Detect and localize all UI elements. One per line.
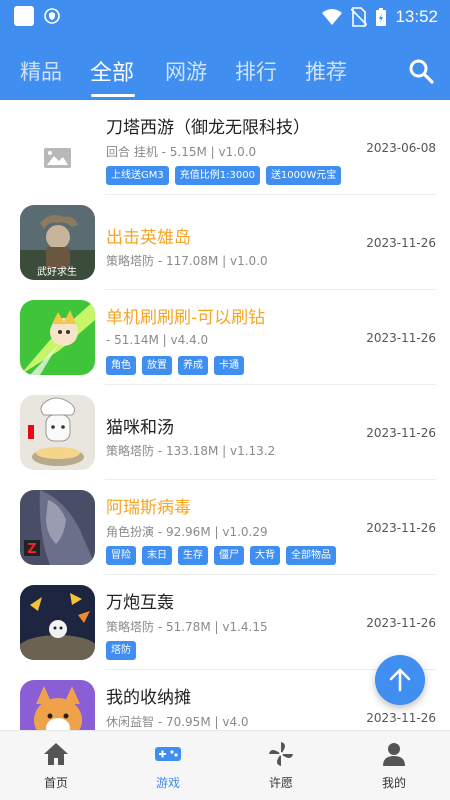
game-tag: 送1000W元宝 [265,166,342,185]
game-title: 出击英雄岛 [106,228,191,248]
game-tag: 全部物品 [286,546,336,565]
bottom-nav: 首页 游戏 许愿 我的 [0,730,450,800]
game-tag: 大背 [250,546,280,565]
game-list-item[interactable]: Z 阿瑞斯病毒 角色扮演 - 92.96M | v1.0.29 2023-11-… [0,480,450,575]
game-meta: 策略塔防 - 117.08M | v1.0.0 [106,254,268,268]
tab-recommend[interactable]: 推荐 [305,56,347,86]
bottom-nav-label: 首页 [43,776,68,790]
svg-text:武好求生: 武好求生 [37,265,77,278]
home-icon [44,743,68,765]
game-tag: 冒险 [106,546,136,565]
bottom-nav-label: 许愿 [268,776,293,790]
game-tag: 充值比例1:3000 [174,166,260,185]
bottom-nav-label: 游戏 [155,776,180,790]
status-bar: 13:52 [0,0,450,34]
corgi-game-icon [20,680,95,730]
game-list-item[interactable]: 单机刷刷刷-可以刷钻 - 51.14M | v4.4.0 2023-11-26 … [0,290,450,385]
game-date: 2023-11-26 [366,521,436,535]
game-tag: 角色 [106,356,136,375]
game-date: 2023-06-08 [366,141,436,155]
game-list-item[interactable]: 猫咪和汤 策略塔防 - 133.18M | v1.13.2 2023-11-26 [0,385,450,480]
clock: 13:52 [395,7,438,26]
tab-jingpin[interactable]: 精品 [20,56,62,86]
cat-chef-game-icon [20,395,95,470]
game-tags: 上线送GM3 充值比例1:3000 送1000W元宝 [106,166,342,185]
game-tag: 生存 [178,546,208,565]
user-icon [383,743,405,766]
game-list: 刀塔西游（御龙无限科技） 回合 挂机 - 5.15M | v1.0.0 2023… [0,100,450,730]
gamepad-icon [155,747,181,761]
game-tags: 塔防 [106,641,136,660]
game-date: 2023-11-26 [366,711,436,725]
game-title: 猫咪和汤 [106,418,174,438]
game-tag: 放置 [142,356,172,375]
bottom-nav-home[interactable]: 首页 [0,731,112,800]
hero-island-game-icon: 武好求生 [20,205,95,280]
game-list-item[interactable]: 武好求生 出击英雄岛 策略塔防 - 117.08M | v1.0.0 2023-… [0,195,450,290]
bottom-nav-games[interactable]: 游戏 [112,731,224,800]
notification-app-icon [14,6,34,26]
game-meta: - 51.14M | v4.4.0 [106,333,209,347]
cannon-game-icon [20,585,95,660]
pinwheel-icon [269,742,293,766]
game-tag: 卡通 [214,356,244,375]
game-tag: 末日 [142,546,172,565]
game-title: 阿瑞斯病毒 [106,498,191,518]
game-title: 单机刷刷刷-可以刷钻 [106,308,266,328]
game-title: 刀塔西游（御龙无限科技） [106,118,310,138]
no-sim-icon [351,7,368,27]
shield-icon [44,8,60,24]
game-list-item[interactable]: 刀塔西游（御龙无限科技） 回合 挂机 - 5.15M | v1.0.0 2023… [0,100,450,195]
bottom-nav-wish[interactable]: 许愿 [225,731,337,800]
game-meta: 策略塔防 - 51.78M | v1.4.15 [106,620,268,634]
game-date: 2023-11-26 [366,616,436,630]
game-meta: 角色扮演 - 92.96M | v1.0.29 [106,525,268,539]
game-tag: 僵尸 [214,546,244,565]
wifi-icon [322,9,343,25]
bottom-nav-label: 我的 [381,776,406,790]
game-tags: 冒险 末日 生存 僵尸 大背 全部物品 [106,546,336,565]
green-burst-game-icon [20,300,95,375]
top-nav: 精品 全部 网游 排行 推荐 [0,34,450,100]
game-date: 2023-11-26 [366,426,436,440]
game-title: 万炮互轰 [106,593,174,613]
active-tab-indicator [91,94,135,97]
game-tag: 塔防 [106,641,136,660]
arrow-up-icon [389,668,411,692]
game-title: 我的收纳摊 [106,688,191,708]
search-icon[interactable] [408,58,434,84]
tab-ranking[interactable]: 排行 [235,56,277,86]
image-placeholder-icon [20,110,95,185]
tab-all[interactable]: 全部 [90,55,134,87]
game-tag: 养成 [178,356,208,375]
game-meta: 回合 挂机 - 5.15M | v1.0.0 [106,145,257,159]
svg-text:Z: Z [27,542,36,557]
game-tags: 角色 放置 养成 卡通 [106,356,244,375]
game-tag: 上线送GM3 [106,166,169,185]
game-date: 2023-11-26 [366,236,436,250]
bottom-nav-me[interactable]: 我的 [338,731,450,800]
game-date: 2023-11-26 [366,331,436,345]
game-meta: 策略塔防 - 133.18M | v1.13.2 [106,444,276,458]
tab-online[interactable]: 网游 [165,56,207,86]
battery-charging-icon [376,8,387,26]
ares-virus-game-icon: Z [20,490,95,565]
game-meta: 休闲益智 - 70.95M | v4.0 [106,715,249,729]
back-to-top-button[interactable] [375,655,425,705]
